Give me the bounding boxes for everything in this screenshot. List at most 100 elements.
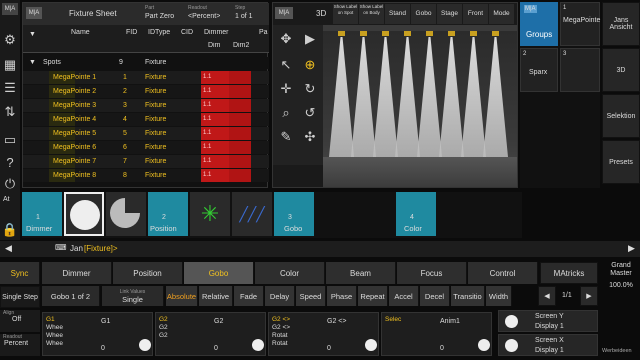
position-preset-2[interactable]: ╱╱╱	[232, 192, 272, 236]
view-button[interactable]: 3D	[602, 48, 640, 92]
view-button[interactable]: Presets	[602, 140, 640, 184]
screen-knob-icon[interactable]	[505, 339, 518, 352]
align-box[interactable]: Align Off	[0, 310, 40, 332]
screen-encoder[interactable]: Screen Y Display 1	[498, 310, 598, 332]
header-fid[interactable]: FID	[126, 29, 137, 36]
grand-master[interactable]: Grand Master 100.0%	[602, 262, 640, 292]
moving-head-light[interactable]	[426, 31, 433, 36]
moving-head-light[interactable]	[382, 31, 389, 36]
center-icon[interactable]: ✣	[300, 127, 320, 147]
header-idtype[interactable]: IDType	[148, 29, 170, 36]
attribute-tab[interactable]: Focus	[397, 262, 467, 284]
command-line[interactable]: ◀ ⌨ Jan [Fixture]> ▶	[0, 241, 640, 257]
attribute-tab[interactable]: Position	[113, 262, 183, 284]
attribute-option-button[interactable]: Accel	[389, 286, 419, 306]
attribute-option-button[interactable]: Absolute	[166, 286, 198, 306]
header-dimmer[interactable]: Dimmer	[204, 29, 229, 36]
attribute-option-button[interactable]: Phase	[327, 286, 357, 306]
attribute-option-button[interactable]: Speed	[296, 286, 326, 306]
table-row[interactable]: MegaPointe 7 7 Fixture 1.1	[23, 155, 269, 168]
back-arrow-icon[interactable]: ◀	[5, 243, 12, 254]
group-row[interactable]: ▼ Spots 9 Fixture	[23, 57, 269, 69]
preset-gobo[interactable]: 3 Gobo	[274, 192, 314, 236]
encoder-knob-icon[interactable]	[478, 339, 490, 351]
matricks-button[interactable]: MAtricks	[540, 262, 598, 284]
move-icon[interactable]: ✥	[276, 29, 296, 49]
page-next-button[interactable]: ▶	[580, 286, 598, 306]
stage-render[interactable]	[323, 25, 517, 187]
table-row[interactable]: MegaPointe 6 6 Fixture 1.1	[23, 141, 269, 154]
moving-head-light[interactable]	[470, 31, 477, 36]
gobo-preset-2[interactable]	[106, 192, 146, 236]
light-icon[interactable]: ✎	[276, 127, 296, 147]
group-tile-2[interactable]: 2 Sparx	[520, 48, 558, 92]
keyboard-icon[interactable]: ⌨	[55, 243, 67, 252]
monitor-icon[interactable]: ▭	[0, 130, 20, 150]
attribute-tab[interactable]: Beam	[326, 262, 396, 284]
zoom-icon[interactable]: ⌕	[276, 103, 296, 123]
page-prev-button[interactable]: ◀	[538, 286, 556, 306]
viewer-button[interactable]: Show Label on Spot	[333, 4, 358, 24]
header-name[interactable]: Name	[71, 29, 90, 36]
target-icon[interactable]: ⊕	[300, 55, 320, 75]
moving-head-light[interactable]	[448, 31, 455, 36]
rotate-icon[interactable]: ↻	[300, 79, 320, 99]
viewer-button[interactable]: Show Label on Body	[359, 4, 384, 24]
encoder-knob-icon[interactable]	[139, 339, 151, 351]
attribute-tab[interactable]: Gobo	[184, 262, 254, 284]
encoder[interactable]: G2 G2 G2 G2 0	[155, 312, 266, 356]
attribute-option-button[interactable]: Width	[486, 286, 512, 306]
sliders-icon[interactable]: ☰	[0, 78, 20, 98]
viewer-button[interactable]: Stage	[437, 4, 462, 24]
attribute-option-button[interactable]: Decel	[420, 286, 450, 306]
attribute-option-button[interactable]: Relative	[199, 286, 233, 306]
gobo-preset-1[interactable]	[64, 192, 104, 236]
preset-dimmer[interactable]: 1 Dimmer	[22, 192, 62, 236]
forward-arrow-icon[interactable]: ▶	[628, 243, 635, 254]
header-pa[interactable]: Pa	[259, 29, 268, 36]
groups-header[interactable]: M|A Groups	[520, 2, 558, 46]
link-values[interactable]: Link Values Single	[102, 286, 164, 306]
part-value[interactable]: Part Zero	[145, 13, 174, 20]
viewer-button[interactable]: Stand	[385, 4, 410, 24]
moving-head-light[interactable]	[404, 31, 411, 36]
attribute-tab[interactable]: Color	[255, 262, 325, 284]
help-icon[interactable]: ?	[0, 152, 20, 172]
attribute-option-button[interactable]: Fade	[234, 286, 264, 306]
encoder-knob-icon[interactable]	[252, 339, 264, 351]
table-row[interactable]: MegaPointe 1 1 Fixture 1.1	[23, 71, 269, 84]
at-label[interactable]: At	[3, 196, 10, 203]
attribute-option-button[interactable]: Repeat	[358, 286, 388, 306]
grid-icon[interactable]: ▦	[0, 55, 20, 75]
moving-head-light[interactable]	[492, 31, 499, 36]
encoder[interactable]: G1 Whee Whee Whee G1 0	[42, 312, 153, 356]
screen-knob-icon[interactable]	[505, 315, 518, 328]
moving-head-light[interactable]	[360, 31, 367, 36]
encoder[interactable]: G2 <> G2 <> Rotat Rotat G2 <> 0	[268, 312, 379, 356]
collapse-icon[interactable]: ▼	[29, 59, 36, 66]
readout-box[interactable]: Readout Percent	[0, 334, 40, 356]
attribute-option-button[interactable]: Transitio	[451, 286, 485, 306]
pointer-icon[interactable]: ↖	[276, 55, 296, 75]
viewer-button[interactable]: Mode	[489, 4, 514, 24]
table-row[interactable]: MegaPointe 2 2 Fixture 1.1	[23, 85, 269, 98]
attribute-tab[interactable]: Dimmer	[42, 262, 112, 284]
attribute-tab[interactable]: Control	[468, 262, 538, 284]
sync-button[interactable]: Sync	[0, 262, 40, 284]
group-tile-1[interactable]: 1 MegaPointe	[560, 2, 600, 46]
encoder[interactable]: Selec Anim1 0	[381, 312, 492, 356]
collapse-icon[interactable]: ▼	[29, 31, 36, 38]
group-tile-3[interactable]: 3	[560, 48, 600, 92]
readout-value[interactable]: <Percent>	[188, 13, 220, 20]
viewer-button[interactable]: Gobo	[411, 4, 436, 24]
single-step-button[interactable]: Single Step	[0, 286, 40, 308]
table-row[interactable]: MegaPointe 5 5 Fixture 1.1	[23, 127, 269, 140]
sliders-icon[interactable]: ⇅	[0, 102, 20, 122]
table-row[interactable]: MegaPointe 8 8 Fixture 1.1	[23, 169, 269, 182]
attribute-option-button[interactable]: Delay	[265, 286, 295, 306]
step-value[interactable]: 1 of 1	[235, 13, 253, 20]
preset-position[interactable]: 2 Position	[148, 192, 188, 236]
camera-icon[interactable]: ▶	[300, 29, 320, 49]
orbit-icon[interactable]: ↺	[300, 103, 320, 123]
power-icon[interactable]: ⏻	[0, 174, 20, 194]
